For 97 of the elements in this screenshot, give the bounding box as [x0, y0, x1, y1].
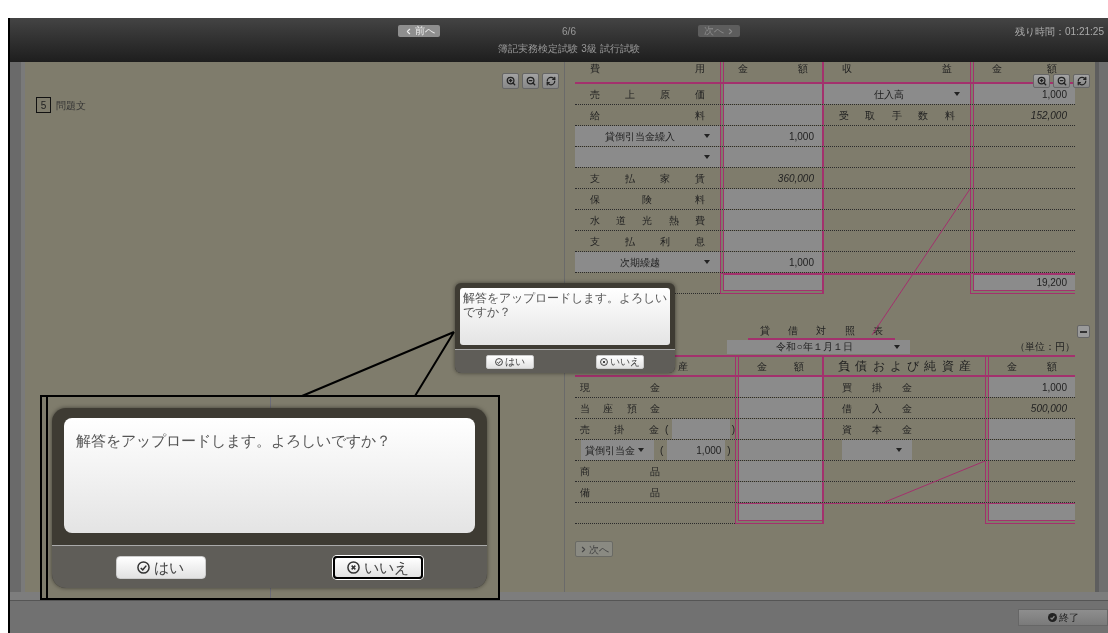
unit-label: （単位：円） [1015, 340, 1075, 354]
paren-text: ) [731, 422, 735, 437]
amount-field[interactable]: 1,000 [724, 126, 822, 146]
cancel-circle-icon [347, 560, 361, 574]
account-select[interactable]: 仕入高 [824, 84, 970, 104]
account-label: 水 道 光 熱 費 [590, 213, 705, 228]
paren-text: ( [665, 422, 669, 437]
account-label: 支 払 利 息 [590, 234, 705, 249]
account-label: 保 険 料 [590, 192, 705, 207]
account-select[interactable] [842, 440, 912, 460]
amount-field[interactable]: 1,000 [724, 252, 822, 272]
zoom-in-button[interactable] [502, 73, 519, 89]
check-circle-icon [1047, 613, 1057, 622]
amount-text: 360,000 [776, 171, 815, 186]
amount-field[interactable] [724, 275, 822, 290]
yes-button[interactable]: はい [115, 555, 206, 579]
account-label: 負 債 お よ び 純 資 産 [838, 358, 971, 375]
account-label: 借 入 金 [842, 401, 912, 416]
amount-field[interactable] [739, 419, 822, 439]
amount-field[interactable] [989, 440, 1075, 460]
reset-zoom-button[interactable] [1073, 74, 1090, 88]
account-label: 給 料 [590, 108, 705, 123]
caret-icon [894, 344, 900, 349]
check-circle-icon [495, 357, 503, 366]
account-label: 資 本 金 [842, 422, 912, 437]
exam-title: 簿記実務検定試験 3級 試行試験 [498, 42, 640, 56]
amount-field[interactable] [989, 419, 1075, 439]
dialog-message: 解答をアップロードします。よろしいですか？ [76, 431, 392, 451]
amount-field[interactable] [739, 377, 822, 397]
account-select[interactable]: 貸倒引当金 [581, 440, 654, 460]
amount-field[interactable] [989, 504, 1075, 520]
amount-text: 152,000 [1029, 108, 1068, 123]
collapse-button[interactable] [1077, 325, 1090, 338]
account-label: 売 掛 金 [580, 422, 659, 437]
account-label: 金 額 [1007, 359, 1057, 374]
dialog-message: 解答をアップロードします。よろしいですか？ [463, 291, 667, 319]
next-page-button[interactable]: 次へ [575, 541, 613, 557]
caret-icon [704, 260, 710, 264]
paren-text: ) [727, 443, 731, 458]
question-title: 問題文 [56, 98, 86, 113]
account-select[interactable]: 貸倒引当金繰入 [575, 126, 720, 146]
account-label: 支 払 家 賃 [590, 171, 705, 186]
amount-field[interactable] [724, 189, 822, 209]
account-select[interactable] [575, 147, 720, 167]
minus-icon [1080, 330, 1087, 333]
no-button[interactable]: いいえ [596, 354, 644, 369]
check-circle-icon [137, 560, 151, 574]
account-label: 受 取 手 数 料 [839, 108, 955, 123]
amount-text: 500,000 [1029, 401, 1068, 416]
paren-text: ( [660, 443, 664, 458]
amount-field[interactable] [724, 84, 822, 104]
amount-field[interactable]: 19,200 [974, 275, 1075, 290]
question-number: 5 [36, 97, 51, 113]
account-label: 売 上 原 価 [590, 87, 705, 102]
cancel-circle-icon [600, 357, 608, 366]
account-label: 収 益 [842, 63, 952, 74]
zoom-out-button[interactable] [1053, 74, 1070, 88]
zoom-in-button[interactable] [1033, 74, 1050, 88]
account-label: 当 座 預 金 [580, 401, 660, 416]
amount-field[interactable] [739, 398, 822, 418]
account-label: 金 額 [757, 359, 804, 374]
time-remaining: 残り時間：01:21:25 [1015, 24, 1104, 39]
account-label: 商 品 [580, 464, 660, 479]
amount-field[interactable]: 1,000 [989, 377, 1075, 397]
account-label: 金 額 [992, 63, 1057, 74]
amount-field[interactable] [724, 231, 822, 251]
sub-amount-field[interactable]: 1,000 [667, 440, 726, 460]
caret-icon [638, 448, 644, 452]
account-label: 買 掛 金 [842, 380, 912, 395]
amount-field[interactable] [739, 461, 822, 481]
account-label: 備 品 [580, 485, 660, 500]
amount-field[interactable] [739, 504, 822, 520]
no-button[interactable]: いいえ [333, 555, 424, 579]
caret-icon [704, 155, 710, 159]
account-label: 金 額 [738, 63, 808, 74]
amount-field[interactable] [724, 147, 822, 167]
zoom-out-button[interactable] [522, 73, 539, 89]
caret-icon [954, 92, 960, 96]
account-label: 費 用 [590, 63, 705, 74]
finish-button[interactable]: 終了 [1018, 609, 1108, 626]
column-header: 産 [678, 359, 688, 374]
caret-icon [896, 448, 902, 452]
account-select[interactable]: 次期繰越 [575, 252, 720, 272]
amount-field[interactable] [739, 440, 822, 460]
account-label: 現 金 [580, 380, 660, 395]
amount-field[interactable]: 1,000 [974, 84, 1075, 104]
reset-zoom-button[interactable] [542, 73, 559, 89]
chevron-right-icon [579, 544, 588, 554]
previous-button[interactable]: 前へ [398, 25, 440, 37]
amount-field[interactable] [724, 210, 822, 230]
caret-icon [704, 134, 710, 138]
balance-sheet-title: 貸 借 対 照 表 [760, 324, 883, 338]
amount-field[interactable] [724, 105, 822, 125]
sub-amount-field[interactable] [672, 419, 730, 439]
yes-button[interactable]: はい [486, 354, 534, 369]
amount-field[interactable] [739, 482, 822, 502]
page-indicator: 6/6 [562, 24, 576, 39]
